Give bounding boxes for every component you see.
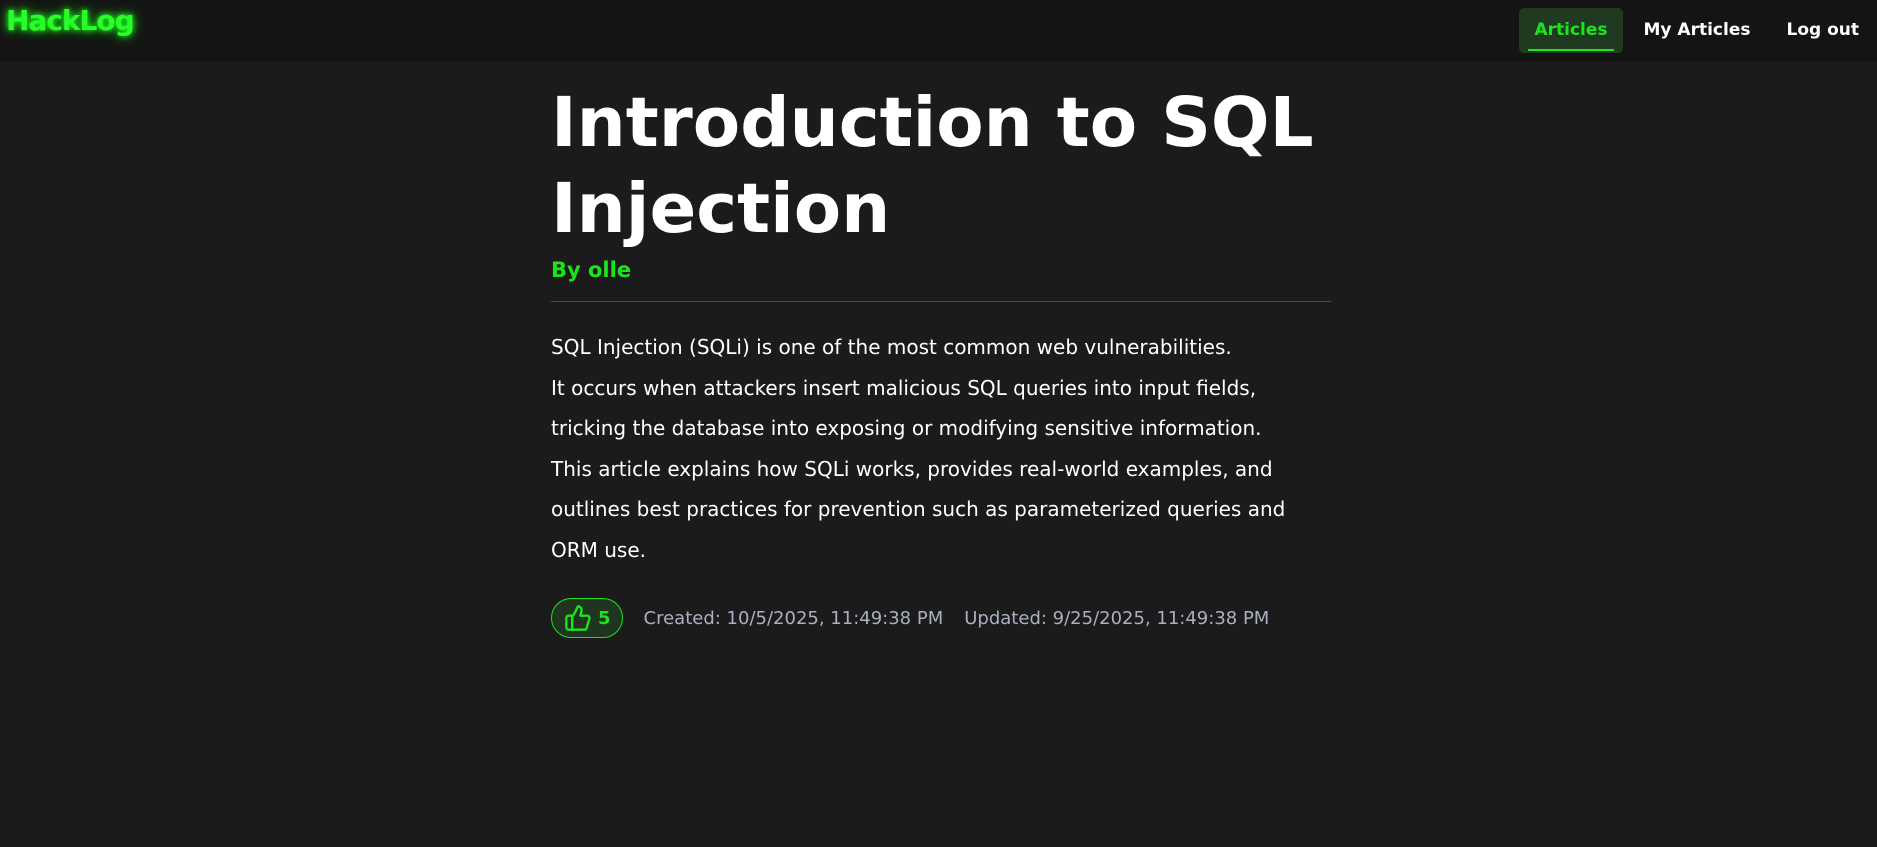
article-title: Introduction to SQL Injection: [551, 80, 1331, 252]
like-count: 5: [598, 607, 611, 629]
body-line: This article explains how SQLi works, pr…: [551, 456, 1273, 481]
like-button[interactable]: 5: [551, 598, 623, 638]
body-line: ORM use.: [551, 537, 647, 562]
article-author: By olle: [551, 258, 632, 282]
article-body: SQL Injection (SQLi) is one of the most …: [551, 327, 1331, 570]
body-line: outlines best practices for prevention s…: [551, 497, 1286, 521]
created-timestamp: Created: 10/5/2025, 11:49:38 PM: [643, 607, 944, 629]
body-line: tricking the database into exposing or m…: [551, 416, 1262, 440]
main-nav: Articles My Articles Log out: [1516, 0, 1877, 61]
article-title-line-1: Introduction to SQL: [551, 83, 1314, 163]
article-container: Introduction to SQL Injection By olle SQ…: [551, 80, 1331, 638]
nav-articles[interactable]: Articles: [1519, 8, 1623, 53]
top-navbar: HackLog Articles My Articles Log out: [0, 0, 1877, 61]
nav-logout[interactable]: Log out: [1771, 8, 1874, 53]
thumbs-up-icon: [565, 605, 591, 631]
article-title-line-2: Injection: [551, 169, 891, 249]
site-logo[interactable]: HackLog: [6, 4, 135, 37]
nav-my-articles[interactable]: My Articles: [1629, 8, 1766, 53]
title-divider: [551, 301, 1331, 302]
article-meta: 5 Created: 10/5/2025, 11:49:38 PM Update…: [551, 598, 1331, 638]
body-line: SQL Injection (SQLi) is one of the most …: [551, 335, 1232, 359]
updated-timestamp: Updated: 9/25/2025, 11:49:38 PM: [964, 607, 1270, 629]
body-line: It occurs when attackers insert maliciou…: [551, 375, 1257, 400]
